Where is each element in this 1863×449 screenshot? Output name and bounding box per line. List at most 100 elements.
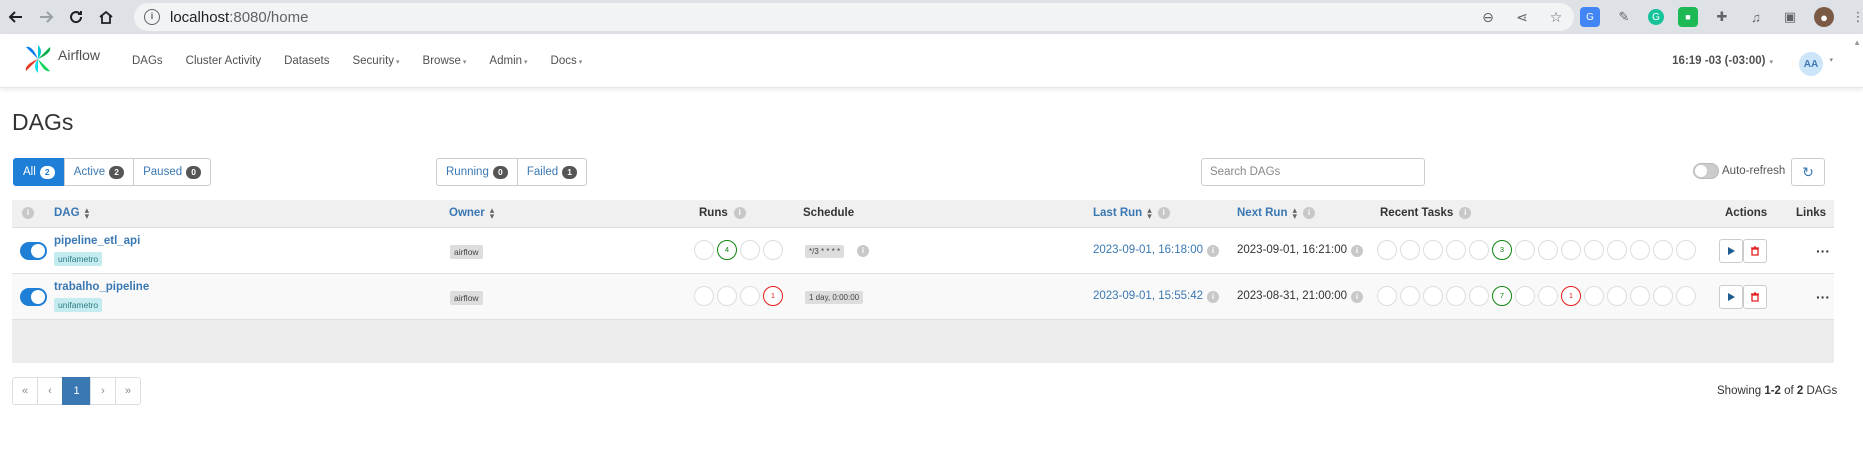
links-menu-icon[interactable]: ··· (1816, 289, 1830, 305)
forward-icon[interactable] (32, 3, 60, 31)
nav-docs[interactable]: Docs ▾ (551, 55, 583, 67)
dag-link[interactable]: pipeline_etl_api (54, 235, 140, 247)
header-next-run[interactable]: Next Run ▴ ▾ i (1237, 206, 1316, 221)
translate-extension-icon[interactable]: G (1580, 7, 1600, 27)
task-state-circle-empty[interactable] (1584, 240, 1604, 260)
task-state-circle-empty[interactable] (1377, 240, 1397, 260)
share-icon[interactable]: ⋖ (1514, 9, 1530, 25)
nav-security[interactable]: Security ▾ (352, 55, 399, 67)
links-menu-icon[interactable]: ··· (1816, 243, 1830, 259)
side-panel-icon[interactable]: ▣ (1780, 7, 1800, 27)
page-next-button[interactable]: › (90, 377, 116, 405)
task-state-circle-empty[interactable] (1423, 240, 1443, 260)
filter-failed-button[interactable]: Failed 1 (516, 158, 588, 186)
help-icon[interactable]: i (1350, 245, 1363, 257)
task-state-circle-empty[interactable] (1423, 286, 1443, 306)
nav-cluster-activity[interactable]: Cluster Activity (186, 55, 261, 67)
filter-paused-button[interactable]: Paused 0 (133, 158, 212, 186)
dag-link[interactable]: trabalho_pipeline (54, 281, 149, 293)
search-dags-input[interactable] (1201, 158, 1425, 186)
run-state-circle-empty[interactable] (763, 240, 783, 260)
header-owner[interactable]: Owner ▴ ▾ (449, 206, 494, 221)
refresh-button[interactable]: ↻ (1791, 158, 1825, 186)
auto-refresh-toggle[interactable] (1693, 163, 1719, 179)
run-state-circle-empty[interactable] (717, 286, 737, 306)
trigger-dag-button[interactable] (1719, 239, 1743, 263)
help-icon[interactable]: i (1459, 207, 1472, 219)
task-state-circle-empty[interactable] (1400, 240, 1420, 260)
site-info-icon[interactable]: i (144, 9, 160, 25)
chevron-down-icon[interactable]: ▾ (1829, 56, 1833, 64)
task-state-circle-empty[interactable] (1469, 286, 1489, 306)
run-state-circle-failed[interactable]: 1 (763, 286, 783, 306)
task-state-circle-empty[interactable] (1538, 286, 1558, 306)
dag-tag[interactable]: unifametro (54, 252, 103, 266)
dag-tag[interactable]: unifametro (54, 298, 103, 312)
last-run-link[interactable]: 2023-09-01, 15:55:42 i (1093, 290, 1219, 303)
task-state-circle-empty[interactable] (1630, 286, 1650, 306)
page-prev-button[interactable]: ‹ (37, 377, 63, 405)
task-state-circle-empty[interactable] (1653, 240, 1673, 260)
dag-pause-toggle[interactable] (20, 288, 47, 306)
run-state-circle-empty[interactable] (694, 240, 714, 260)
green-extension-icon[interactable]: ■ (1678, 7, 1698, 27)
task-state-circle-empty[interactable] (1377, 286, 1397, 306)
task-state-circle-empty[interactable] (1630, 240, 1650, 260)
owner-badge[interactable]: airflow (450, 291, 483, 305)
help-icon[interactable]: i (857, 245, 869, 257)
filter-active-button[interactable]: Active 2 (63, 158, 135, 186)
browser-menu-icon[interactable]: ⋮ (1848, 7, 1863, 27)
timezone-dropdown[interactable]: 16:19 -03 (-03:00) ▾ (1672, 55, 1773, 67)
help-icon[interactable]: i (1157, 207, 1170, 219)
task-state-circle-empty[interactable] (1446, 240, 1466, 260)
task-state-circle-empty[interactable] (1469, 240, 1489, 260)
header-dag[interactable]: DAG ▴ ▾ (54, 206, 89, 221)
header-last-run[interactable]: Last Run ▴ ▾ i (1093, 206, 1170, 221)
nav-browse[interactable]: Browse ▾ (423, 55, 467, 67)
dag-pause-toggle[interactable] (20, 242, 47, 260)
task-state-circle-empty[interactable] (1561, 240, 1581, 260)
task-state-circle-empty[interactable] (1446, 286, 1466, 306)
help-icon[interactable]: i (1206, 245, 1219, 257)
help-icon[interactable]: i (1350, 291, 1363, 303)
delete-dag-button[interactable] (1743, 239, 1767, 263)
reload-icon[interactable] (62, 3, 90, 31)
task-state-circle-empty[interactable] (1584, 286, 1604, 306)
owner-badge[interactable]: airflow (450, 245, 483, 259)
zoom-icon[interactable]: ⊖ (1480, 9, 1496, 25)
task-state-circle-empty[interactable] (1515, 240, 1535, 260)
run-state-circle-empty[interactable] (740, 240, 760, 260)
media-queue-icon[interactable]: ♫ (1746, 7, 1766, 27)
home-icon[interactable] (92, 3, 120, 31)
task-state-circle-empty[interactable] (1607, 286, 1627, 306)
help-icon[interactable]: i (1206, 291, 1219, 303)
task-state-circle-failed[interactable]: 1 (1561, 286, 1581, 306)
task-state-circle-empty[interactable] (1607, 240, 1627, 260)
task-state-circle-empty[interactable] (1676, 240, 1696, 260)
nav-admin[interactable]: Admin ▾ (489, 55, 527, 67)
address-bar[interactable]: i localhost:8080/home ⊖ ⋖ ☆ (134, 3, 1574, 31)
nav-dags[interactable]: DAGs (132, 55, 163, 67)
user-avatar[interactable]: AA (1799, 52, 1823, 76)
run-state-circle-empty[interactable] (694, 286, 714, 306)
trigger-dag-button[interactable] (1719, 285, 1743, 309)
task-state-circle-empty[interactable] (1400, 286, 1420, 306)
page-first-button[interactable]: « (12, 377, 38, 405)
help-icon[interactable]: i (733, 207, 746, 219)
nav-datasets[interactable]: Datasets (284, 55, 329, 67)
help-icon[interactable]: i (1303, 207, 1316, 219)
extensions-puzzle-icon[interactable]: ✚ (1712, 7, 1732, 27)
last-run-link[interactable]: 2023-09-01, 16:18:00 i (1093, 244, 1219, 257)
back-icon[interactable] (2, 3, 30, 31)
page-last-button[interactable]: » (115, 377, 141, 405)
grammarly-extension-icon[interactable]: G (1648, 9, 1664, 25)
page-current-button[interactable]: 1 (62, 377, 91, 405)
pen-extension-icon[interactable]: ✎ (1614, 7, 1634, 27)
task-state-circle-success[interactable]: 7 (1492, 286, 1512, 306)
brand-link[interactable]: Airflow (22, 43, 100, 75)
run-state-circle-empty[interactable] (740, 286, 760, 306)
scrollbar-arrow-icon[interactable]: ▲ (1853, 38, 1861, 47)
task-state-circle-empty[interactable] (1676, 286, 1696, 306)
bookmark-star-icon[interactable]: ☆ (1548, 9, 1564, 25)
profile-avatar-icon[interactable]: ● (1814, 7, 1834, 27)
